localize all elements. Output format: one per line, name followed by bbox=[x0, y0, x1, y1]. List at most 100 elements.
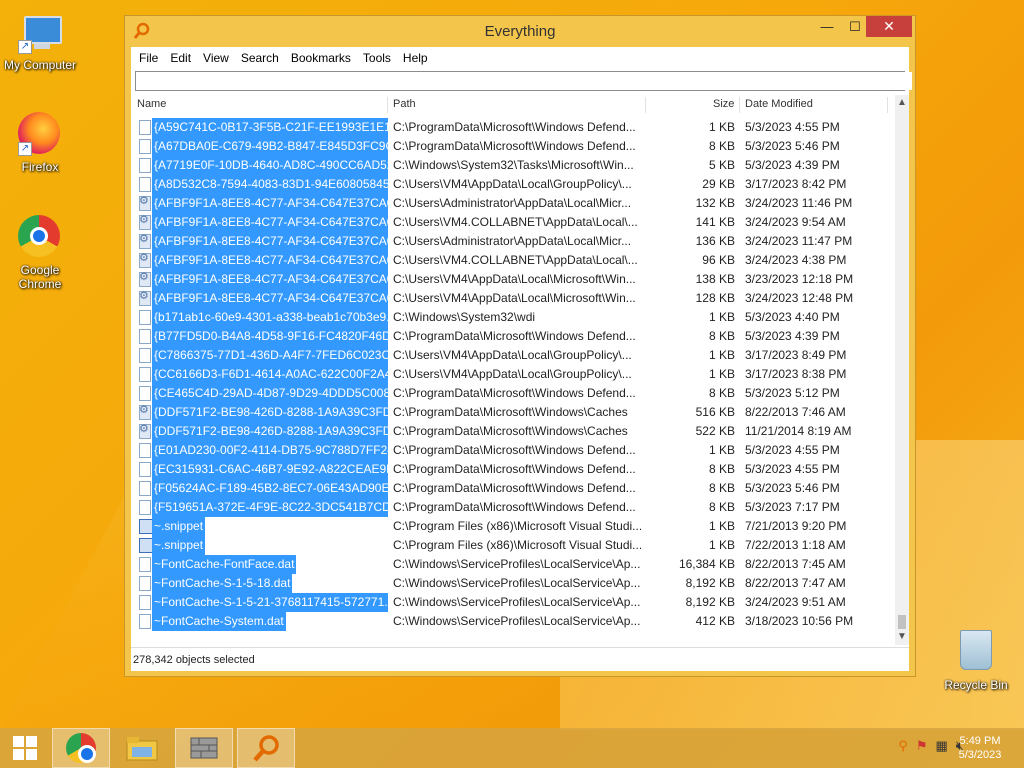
network-icon[interactable]: ▦ bbox=[936, 738, 948, 754]
title-bar[interactable]: Everything — ☐ ✕ bbox=[125, 16, 915, 48]
column-divider[interactable] bbox=[739, 97, 740, 113]
file-size-cell: 412 KB bbox=[695, 614, 735, 628]
clock[interactable]: 5:49 PM 5/3/2023 bbox=[956, 734, 1004, 762]
menu-bookmarks[interactable]: Bookmarks bbox=[285, 51, 357, 65]
table-row[interactable]: ~.snippet C:\Program Files (x86)\Microsof… bbox=[135, 536, 889, 555]
file-path-cell: C:\Windows\System32\wdi bbox=[393, 310, 536, 324]
table-row[interactable]: {AFBF9F1A-8EE8-4C77-AF34-C647E37CA0... C:… bbox=[135, 194, 889, 213]
menu-tools[interactable]: Tools bbox=[357, 51, 397, 65]
maximize-button[interactable]: ☐ bbox=[841, 16, 869, 37]
desktop-icon-recycle-bin[interactable]: Recycle Bin bbox=[936, 630, 1016, 692]
table-row[interactable]: {AFBF9F1A-8EE8-4C77-AF34-C647E37CA0... C:… bbox=[135, 251, 889, 270]
menu-view[interactable]: View bbox=[197, 51, 235, 65]
close-button[interactable]: ✕ bbox=[866, 16, 912, 37]
file-path-cell: C:\Users\VM4\AppData\Local\Microsoft\Win… bbox=[393, 291, 636, 305]
menu-edit[interactable]: Edit bbox=[164, 51, 197, 65]
table-row[interactable]: {F519651A-372E-4F9E-8C22-3DC541B7CD0... C… bbox=[135, 498, 889, 517]
file-icon bbox=[139, 329, 151, 344]
column-date-modified[interactable]: Date Modified bbox=[745, 98, 813, 110]
file-size-cell: 1 KB bbox=[708, 443, 735, 457]
computer-icon: ↗ bbox=[18, 10, 62, 54]
table-row[interactable]: {A7719E0F-10DB-4640-AD8C-490CC6AD52... C:… bbox=[135, 156, 889, 175]
date-modified-cell: 3/17/2023 8:49 PM bbox=[745, 348, 847, 362]
table-row[interactable]: ~FontCache-S-1-5-18.dat C:\Windows\Servic… bbox=[135, 574, 889, 593]
column-divider[interactable] bbox=[387, 97, 388, 113]
taskbar-everything[interactable] bbox=[237, 728, 295, 768]
taskbar-firewall[interactable] bbox=[175, 728, 233, 768]
table-row[interactable]: ~.snippet C:\Program Files (x86)\Microsof… bbox=[135, 517, 889, 536]
file-path-cell: C:\Windows\ServiceProfiles\LocalService\… bbox=[393, 595, 641, 609]
date-modified-cell: 5/3/2023 4:55 PM bbox=[745, 462, 840, 476]
file-icon bbox=[139, 443, 151, 458]
desktop-icon-label: Google Chrome bbox=[18, 263, 62, 291]
chrome-icon bbox=[66, 733, 96, 763]
table-row[interactable]: {AFBF9F1A-8EE8-4C77-AF34-C647E37CA0... C:… bbox=[135, 270, 889, 289]
file-name-cell: {AFBF9F1A-8EE8-4C77-AF34-C647E37CA0... bbox=[152, 289, 388, 308]
everything-tray-icon[interactable]: ⚲ bbox=[898, 738, 908, 754]
vertical-scrollbar[interactable]: ▲ ▼ bbox=[895, 95, 909, 645]
table-row[interactable]: {C7866375-77D1-436D-A4F7-7FED6C023C... C:… bbox=[135, 346, 889, 365]
column-name[interactable]: Name bbox=[137, 98, 166, 110]
table-row[interactable]: {EC315931-C6AC-46B7-9E92-A822CEAE9F... C:… bbox=[135, 460, 889, 479]
table-row[interactable]: {A59C741C-0B17-3F5B-C21F-EE1993E1E19E} C:… bbox=[135, 118, 889, 137]
search-input[interactable] bbox=[136, 72, 912, 90]
scroll-down-arrow-icon[interactable]: ▼ bbox=[895, 629, 909, 645]
table-row[interactable]: {CC6166D3-F6D1-4614-A0AC-622C00F2A4... C:… bbox=[135, 365, 889, 384]
minimize-button[interactable]: — bbox=[813, 16, 841, 37]
file-name-cell: {CC6166D3-F6D1-4614-A0AC-622C00F2A4... bbox=[152, 365, 388, 384]
menu-bar: File Edit View Search Bookmarks Tools He… bbox=[131, 47, 909, 69]
start-button[interactable] bbox=[0, 728, 50, 768]
scroll-up-arrow-icon[interactable]: ▲ bbox=[895, 95, 909, 111]
desktop-icon-label: Firefox bbox=[21, 160, 59, 174]
table-row[interactable]: {A8D532C8-7594-4083-83D1-94E60805845... C… bbox=[135, 175, 889, 194]
settings-file-icon bbox=[139, 251, 151, 268]
table-row[interactable]: {B77FD5D0-B4A8-4D58-9F16-FC4820F46D... C:… bbox=[135, 327, 889, 346]
table-row[interactable]: {E01AD230-00F2-4114-DB75-9C788D7FF24E} C:… bbox=[135, 441, 889, 460]
table-row[interactable]: {AFBF9F1A-8EE8-4C77-AF34-C647E37CA0... C:… bbox=[135, 213, 889, 232]
results-list: Name Path Size Date Modified {A59C741C-0… bbox=[135, 95, 909, 645]
table-row[interactable]: ~FontCache-FontFace.dat C:\Windows\Servic… bbox=[135, 555, 889, 574]
table-row[interactable]: {F05624AC-F189-45B2-8EC7-06E43AD90E0... C… bbox=[135, 479, 889, 498]
file-icon bbox=[139, 481, 151, 496]
taskbar-chrome[interactable] bbox=[52, 728, 110, 768]
column-size[interactable]: Size bbox=[713, 98, 734, 110]
system-tray: ⚲ ⚑ ▦ 🔇︎ bbox=[898, 738, 964, 754]
menu-help[interactable]: Help bbox=[397, 51, 434, 65]
magnifier-icon bbox=[253, 735, 279, 762]
table-row[interactable]: {DDF571F2-BE98-426D-8288-1A9A39C3FD... C:… bbox=[135, 422, 889, 441]
desktop-icon-my-computer[interactable]: ↗ My Computer bbox=[0, 10, 80, 72]
table-row[interactable]: {CE465C4D-29AD-4D87-9D29-4DDD5C008... C:\… bbox=[135, 384, 889, 403]
table-row[interactable]: {b171ab1c-60e9-4301-a338-beab1c70b3e9...… bbox=[135, 308, 889, 327]
desktop-icon-chrome[interactable]: Google Chrome bbox=[0, 215, 80, 291]
file-icon bbox=[139, 310, 151, 325]
desktop-icon-firefox[interactable]: ↗ Firefox bbox=[0, 112, 80, 174]
file-size-cell: 132 KB bbox=[695, 196, 735, 210]
file-size-cell: 1 KB bbox=[708, 538, 735, 552]
file-path-cell: C:\Users\VM4\AppData\Local\GroupPolicy\.… bbox=[393, 348, 632, 362]
column-path[interactable]: Path bbox=[393, 98, 416, 110]
taskbar-file-explorer[interactable] bbox=[113, 728, 171, 768]
date-modified-cell: 5/3/2023 5:46 PM bbox=[745, 481, 840, 495]
file-path-cell: C:\Windows\System32\Tasks\Microsoft\Win.… bbox=[393, 158, 634, 172]
column-divider[interactable] bbox=[645, 97, 646, 113]
table-row[interactable]: ~FontCache-S-1-5-21-3768117415-572771...… bbox=[135, 593, 889, 612]
action-center-flag-icon[interactable]: ⚑ bbox=[916, 738, 928, 754]
file-size-cell: 8 KB bbox=[708, 462, 735, 476]
menu-search[interactable]: Search bbox=[235, 51, 285, 65]
scroll-thumb[interactable] bbox=[898, 615, 906, 629]
date-modified-cell: 5/3/2023 7:17 PM bbox=[745, 500, 840, 514]
file-name-cell: {b171ab1c-60e9-4301-a338-beab1c70b3e9... bbox=[152, 308, 388, 327]
column-divider[interactable] bbox=[887, 97, 888, 113]
table-row[interactable]: ~FontCache-System.dat C:\Windows\ServiceP… bbox=[135, 612, 889, 631]
table-row[interactable]: {AFBF9F1A-8EE8-4C77-AF34-C647E37CA0... C:… bbox=[135, 232, 889, 251]
file-size-cell: 8 KB bbox=[708, 500, 735, 514]
table-row[interactable]: {A67DBA0E-C679-49B2-B847-E845D3FC9C... C:… bbox=[135, 137, 889, 156]
date-modified-cell: 7/21/2013 9:20 PM bbox=[745, 519, 847, 533]
file-name-cell: {A7719E0F-10DB-4640-AD8C-490CC6AD52... bbox=[152, 156, 388, 175]
clock-date: 5/3/2023 bbox=[958, 749, 1002, 761]
table-row[interactable]: {DDF571F2-BE98-426D-8288-1A9A39C3FD... C:… bbox=[135, 403, 889, 422]
table-row[interactable]: {AFBF9F1A-8EE8-4C77-AF34-C647E37CA0... C:… bbox=[135, 289, 889, 308]
menu-file[interactable]: File bbox=[133, 51, 164, 65]
file-name-cell: {CE465C4D-29AD-4D87-9D29-4DDD5C008... bbox=[152, 384, 388, 403]
file-icon bbox=[139, 348, 151, 363]
